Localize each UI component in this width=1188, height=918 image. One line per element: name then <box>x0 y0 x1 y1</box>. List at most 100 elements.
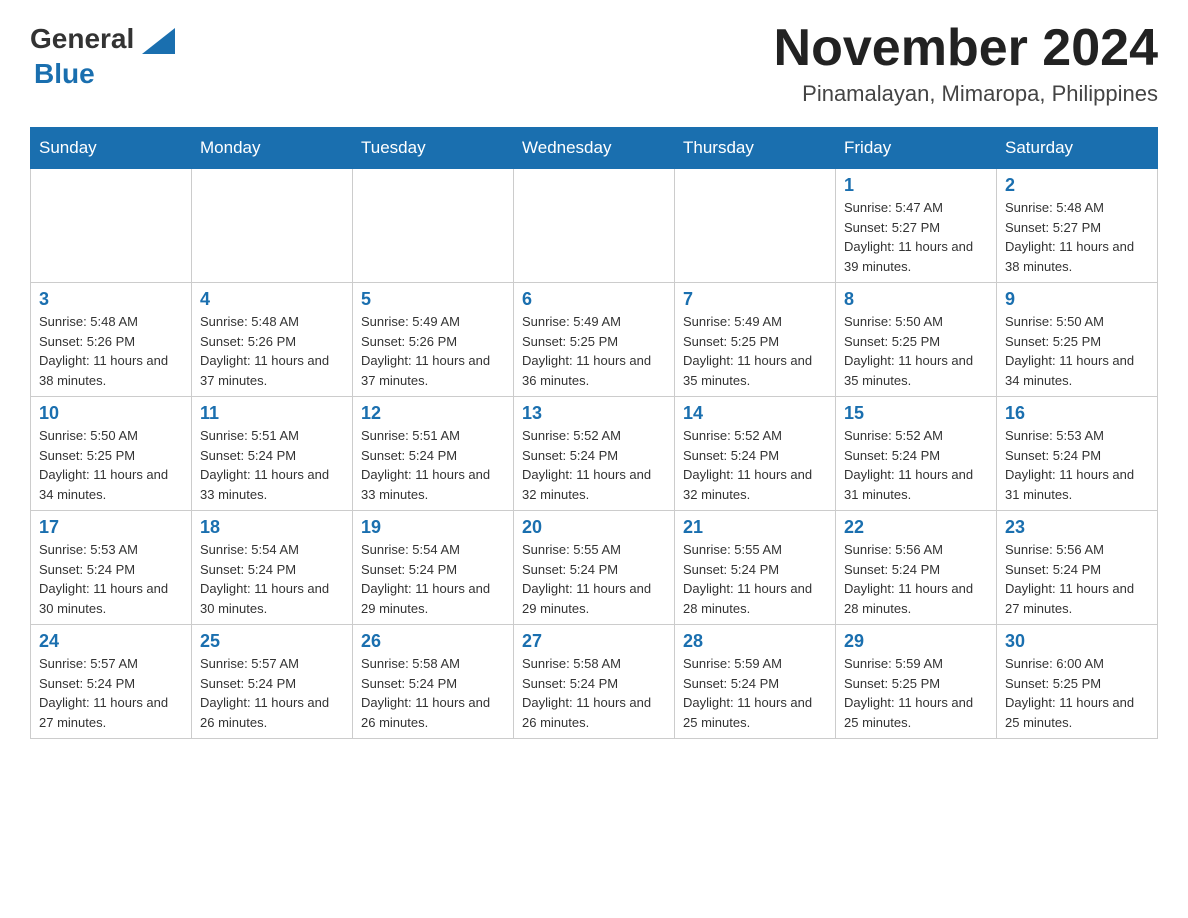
calendar-cell: 23Sunrise: 5:56 AMSunset: 5:24 PMDayligh… <box>997 511 1158 625</box>
calendar-cell: 28Sunrise: 5:59 AMSunset: 5:24 PMDayligh… <box>675 625 836 739</box>
day-info: Sunrise: 5:52 AMSunset: 5:24 PMDaylight:… <box>522 426 666 504</box>
day-number: 14 <box>683 403 827 424</box>
day-number: 24 <box>39 631 183 652</box>
day-info: Sunrise: 5:59 AMSunset: 5:24 PMDaylight:… <box>683 654 827 732</box>
calendar-cell <box>192 169 353 283</box>
day-info: Sunrise: 5:58 AMSunset: 5:24 PMDaylight:… <box>522 654 666 732</box>
day-info: Sunrise: 5:54 AMSunset: 5:24 PMDaylight:… <box>361 540 505 618</box>
day-number: 16 <box>1005 403 1149 424</box>
calendar-cell <box>31 169 192 283</box>
day-number: 5 <box>361 289 505 310</box>
day-number: 25 <box>200 631 344 652</box>
day-number: 11 <box>200 403 344 424</box>
calendar-cell: 22Sunrise: 5:56 AMSunset: 5:24 PMDayligh… <box>836 511 997 625</box>
week-row: 24Sunrise: 5:57 AMSunset: 5:24 PMDayligh… <box>31 625 1158 739</box>
day-info: Sunrise: 5:57 AMSunset: 5:24 PMDaylight:… <box>200 654 344 732</box>
calendar-cell: 7Sunrise: 5:49 AMSunset: 5:25 PMDaylight… <box>675 283 836 397</box>
day-info: Sunrise: 5:50 AMSunset: 5:25 PMDaylight:… <box>844 312 988 390</box>
calendar-header-row: SundayMondayTuesdayWednesdayThursdayFrid… <box>31 128 1158 169</box>
month-title: November 2024 <box>774 20 1158 77</box>
day-number: 1 <box>844 175 988 196</box>
calendar-cell: 16Sunrise: 5:53 AMSunset: 5:24 PMDayligh… <box>997 397 1158 511</box>
day-number: 30 <box>1005 631 1149 652</box>
week-row: 10Sunrise: 5:50 AMSunset: 5:25 PMDayligh… <box>31 397 1158 511</box>
day-number: 23 <box>1005 517 1149 538</box>
day-info: Sunrise: 5:48 AMSunset: 5:27 PMDaylight:… <box>1005 198 1149 276</box>
day-info: Sunrise: 5:50 AMSunset: 5:25 PMDaylight:… <box>1005 312 1149 390</box>
calendar-day-header: Sunday <box>31 128 192 169</box>
day-info: Sunrise: 5:53 AMSunset: 5:24 PMDaylight:… <box>1005 426 1149 504</box>
calendar-table: SundayMondayTuesdayWednesdayThursdayFrid… <box>30 127 1158 739</box>
week-row: 1Sunrise: 5:47 AMSunset: 5:27 PMDaylight… <box>31 169 1158 283</box>
day-number: 13 <box>522 403 666 424</box>
calendar-cell: 12Sunrise: 5:51 AMSunset: 5:24 PMDayligh… <box>353 397 514 511</box>
day-info: Sunrise: 5:49 AMSunset: 5:25 PMDaylight:… <box>683 312 827 390</box>
day-info: Sunrise: 5:56 AMSunset: 5:24 PMDaylight:… <box>1005 540 1149 618</box>
calendar-cell: 3Sunrise: 5:48 AMSunset: 5:26 PMDaylight… <box>31 283 192 397</box>
day-number: 28 <box>683 631 827 652</box>
calendar-cell: 8Sunrise: 5:50 AMSunset: 5:25 PMDaylight… <box>836 283 997 397</box>
day-number: 6 <box>522 289 666 310</box>
calendar-cell: 27Sunrise: 5:58 AMSunset: 5:24 PMDayligh… <box>514 625 675 739</box>
page-header: General Blue November 2024 Pinamalayan, … <box>30 20 1158 107</box>
calendar-cell: 19Sunrise: 5:54 AMSunset: 5:24 PMDayligh… <box>353 511 514 625</box>
calendar-day-header: Friday <box>836 128 997 169</box>
day-number: 9 <box>1005 289 1149 310</box>
logo-general-text: General <box>30 23 134 55</box>
day-number: 17 <box>39 517 183 538</box>
calendar-day-header: Tuesday <box>353 128 514 169</box>
day-info: Sunrise: 5:59 AMSunset: 5:25 PMDaylight:… <box>844 654 988 732</box>
day-info: Sunrise: 5:55 AMSunset: 5:24 PMDaylight:… <box>683 540 827 618</box>
day-info: Sunrise: 5:58 AMSunset: 5:24 PMDaylight:… <box>361 654 505 732</box>
calendar-cell <box>675 169 836 283</box>
day-info: Sunrise: 5:56 AMSunset: 5:24 PMDaylight:… <box>844 540 988 618</box>
day-number: 19 <box>361 517 505 538</box>
day-number: 4 <box>200 289 344 310</box>
day-number: 3 <box>39 289 183 310</box>
day-number: 2 <box>1005 175 1149 196</box>
day-number: 27 <box>522 631 666 652</box>
calendar-cell: 30Sunrise: 6:00 AMSunset: 5:25 PMDayligh… <box>997 625 1158 739</box>
logo-icon <box>137 20 175 58</box>
day-info: Sunrise: 5:50 AMSunset: 5:25 PMDaylight:… <box>39 426 183 504</box>
calendar-cell: 25Sunrise: 5:57 AMSunset: 5:24 PMDayligh… <box>192 625 353 739</box>
calendar-cell: 10Sunrise: 5:50 AMSunset: 5:25 PMDayligh… <box>31 397 192 511</box>
day-info: Sunrise: 5:53 AMSunset: 5:24 PMDaylight:… <box>39 540 183 618</box>
day-number: 15 <box>844 403 988 424</box>
day-number: 12 <box>361 403 505 424</box>
title-section: November 2024 Pinamalayan, Mimaropa, Phi… <box>774 20 1158 107</box>
calendar-cell: 2Sunrise: 5:48 AMSunset: 5:27 PMDaylight… <box>997 169 1158 283</box>
day-info: Sunrise: 5:52 AMSunset: 5:24 PMDaylight:… <box>683 426 827 504</box>
calendar-cell: 1Sunrise: 5:47 AMSunset: 5:27 PMDaylight… <box>836 169 997 283</box>
calendar-cell: 4Sunrise: 5:48 AMSunset: 5:26 PMDaylight… <box>192 283 353 397</box>
day-number: 18 <box>200 517 344 538</box>
calendar-cell: 24Sunrise: 5:57 AMSunset: 5:24 PMDayligh… <box>31 625 192 739</box>
day-info: Sunrise: 5:48 AMSunset: 5:26 PMDaylight:… <box>39 312 183 390</box>
location-text: Pinamalayan, Mimaropa, Philippines <box>774 81 1158 107</box>
day-number: 22 <box>844 517 988 538</box>
calendar-day-header: Monday <box>192 128 353 169</box>
calendar-cell: 17Sunrise: 5:53 AMSunset: 5:24 PMDayligh… <box>31 511 192 625</box>
day-info: Sunrise: 6:00 AMSunset: 5:25 PMDaylight:… <box>1005 654 1149 732</box>
calendar-cell: 11Sunrise: 5:51 AMSunset: 5:24 PMDayligh… <box>192 397 353 511</box>
logo-blue-text: Blue <box>34 58 95 89</box>
day-number: 26 <box>361 631 505 652</box>
calendar-cell: 21Sunrise: 5:55 AMSunset: 5:24 PMDayligh… <box>675 511 836 625</box>
calendar-cell <box>514 169 675 283</box>
week-row: 3Sunrise: 5:48 AMSunset: 5:26 PMDaylight… <box>31 283 1158 397</box>
calendar-cell: 5Sunrise: 5:49 AMSunset: 5:26 PMDaylight… <box>353 283 514 397</box>
day-number: 8 <box>844 289 988 310</box>
calendar-cell: 18Sunrise: 5:54 AMSunset: 5:24 PMDayligh… <box>192 511 353 625</box>
calendar-cell: 13Sunrise: 5:52 AMSunset: 5:24 PMDayligh… <box>514 397 675 511</box>
calendar-cell: 14Sunrise: 5:52 AMSunset: 5:24 PMDayligh… <box>675 397 836 511</box>
day-number: 7 <box>683 289 827 310</box>
calendar-cell: 26Sunrise: 5:58 AMSunset: 5:24 PMDayligh… <box>353 625 514 739</box>
day-info: Sunrise: 5:55 AMSunset: 5:24 PMDaylight:… <box>522 540 666 618</box>
day-number: 29 <box>844 631 988 652</box>
calendar-day-header: Thursday <box>675 128 836 169</box>
day-info: Sunrise: 5:49 AMSunset: 5:25 PMDaylight:… <box>522 312 666 390</box>
calendar-day-header: Wednesday <box>514 128 675 169</box>
day-info: Sunrise: 5:51 AMSunset: 5:24 PMDaylight:… <box>361 426 505 504</box>
day-info: Sunrise: 5:57 AMSunset: 5:24 PMDaylight:… <box>39 654 183 732</box>
calendar-cell: 15Sunrise: 5:52 AMSunset: 5:24 PMDayligh… <box>836 397 997 511</box>
